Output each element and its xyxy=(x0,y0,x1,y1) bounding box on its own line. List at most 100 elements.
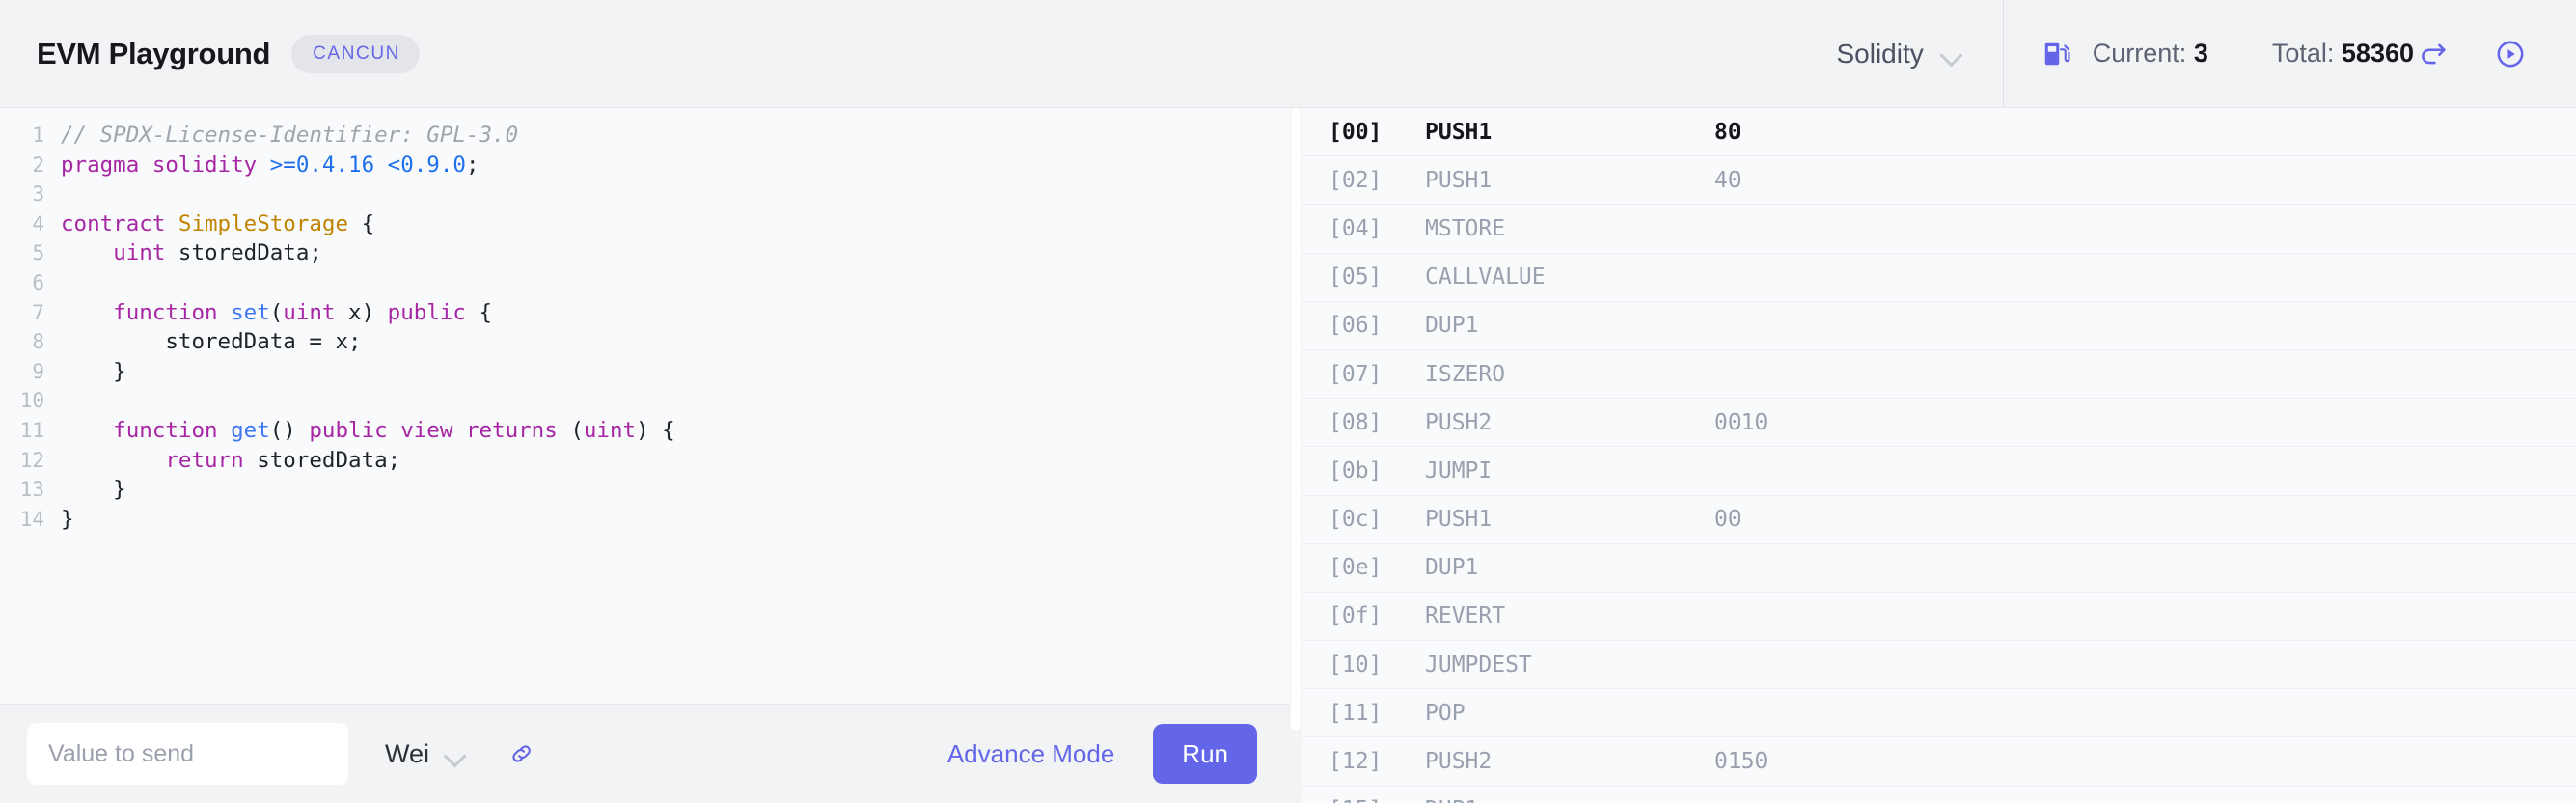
code-token: public xyxy=(309,417,388,443)
line-number: 12 xyxy=(19,448,44,472)
code-token: <0.9.0 xyxy=(387,152,466,178)
line-number: 13 xyxy=(19,478,44,502)
code-line-content: contract SimpleStorage { xyxy=(60,209,676,239)
code-editor-pane: 1 // SPDX-License-Identifier: GPL-3.0 2 pra… xyxy=(0,107,1290,803)
opcode-row[interactable]: [15]DUP1 xyxy=(1302,787,2576,803)
code-line-content: function set(uint x) public { xyxy=(60,298,676,328)
evm-playground-app: EVM Playground CANCUN Solidity Current: … xyxy=(0,0,2576,803)
code-line-content: storedData = x; xyxy=(60,327,676,357)
code-token: return xyxy=(165,447,244,473)
code-token: x) xyxy=(335,299,388,325)
opcode-pc: [0e] xyxy=(1329,555,1383,581)
line-number: 1 xyxy=(32,124,44,147)
opcode-scrollbar[interactable] xyxy=(1290,108,1302,803)
opcode-row[interactable]: [05] CALLVALUE xyxy=(1302,254,2576,302)
gas-current-label: Current: xyxy=(2092,39,2187,68)
code-line-content: } xyxy=(60,505,676,535)
line-number: 14 xyxy=(19,507,44,531)
gas-total-label: Total: xyxy=(2271,39,2335,68)
line-number: 5 xyxy=(32,241,44,265)
language-selector[interactable]: Solidity xyxy=(1836,39,1961,69)
opcode-scrollbar-thumb[interactable] xyxy=(1291,108,1301,731)
opcode-mnemonic: REVERT xyxy=(1425,603,1506,629)
run-button[interactable]: Run xyxy=(1153,724,1257,784)
code-token: uint xyxy=(583,417,637,443)
opcode-row[interactable]: [12] PUSH2 0150 xyxy=(1302,737,2576,787)
link-chain-icon[interactable] xyxy=(505,736,539,771)
opcode-operand: 80 xyxy=(1714,119,1741,145)
opcode-pc: [07] xyxy=(1329,361,1383,387)
opcode-row[interactable]: [10] JUMPDEST xyxy=(1302,641,2576,690)
editor-action-bar: Wei Advance Mode Run xyxy=(0,704,1290,803)
code-line: 3 xyxy=(0,180,676,209)
opcode-row[interactable]: [0f] REVERT xyxy=(1302,593,2576,642)
opcode-operand: 0010 xyxy=(1714,409,1768,435)
opcode-row[interactable]: [00] PUSH1 80 xyxy=(1302,108,2576,157)
opcode-row[interactable]: [02] PUSH1 40 xyxy=(1302,156,2576,206)
code-line: 7 function set(uint x) public { xyxy=(0,298,676,328)
play-circle-icon[interactable] xyxy=(2491,35,2530,73)
opcode-row[interactable]: [0b] JUMPI xyxy=(1302,447,2576,496)
redo-arrow-icon[interactable] xyxy=(2414,35,2453,73)
line-number: 6 xyxy=(32,270,44,294)
opcode-row[interactable]: [06] DUP1 xyxy=(1302,302,2576,350)
opcode-operand: 0150 xyxy=(1714,749,1768,775)
opcode-pc: [12] xyxy=(1329,749,1383,775)
gas-total-value: 58360 xyxy=(2341,39,2414,68)
code-line: 11 function get() public view returns (u… xyxy=(0,416,676,446)
opcode-row[interactable]: [08] PUSH2 0010 xyxy=(1302,399,2576,448)
code-line: 9 } xyxy=(0,357,676,387)
code-token: contract xyxy=(61,210,166,236)
code-token: public xyxy=(387,299,466,325)
opcode-operand: 00 xyxy=(1714,507,1741,533)
opcode-list-pane: [00] PUSH1 80 [02] PUSH1 40 [04] MSTORE [05] CALL… xyxy=(1290,107,2576,803)
opcode-list[interactable]: [00] PUSH1 80 [02] PUSH1 40 [04] MSTORE [05] CALL… xyxy=(1302,108,2576,803)
opcode-pc: [15] xyxy=(1329,797,1425,803)
opcode-row[interactable]: [0e] DUP1 xyxy=(1302,544,2576,593)
code-token: ) { xyxy=(636,417,675,443)
opcode-row[interactable]: [11] POP xyxy=(1302,689,2576,738)
opcode-row[interactable]: [0c] PUSH1 00 xyxy=(1302,496,2576,544)
code-line-content: function get() public view returns (uint… xyxy=(60,416,676,446)
code-token: { xyxy=(348,210,375,236)
main-content: 1 // SPDX-License-Identifier: GPL-3.0 2 pra… xyxy=(0,107,2576,803)
opcode-pc: [04] xyxy=(1329,215,1383,241)
code-token: ; xyxy=(465,152,480,178)
code-editor[interactable]: 1 // SPDX-License-Identifier: GPL-3.0 2 pra… xyxy=(0,108,1290,704)
opcode-mnemonic: PUSH1 xyxy=(1425,119,1493,145)
line-number: 8 xyxy=(32,330,44,354)
opcode-pc: [0c] xyxy=(1329,507,1383,533)
code-token: >=0.4.16 xyxy=(269,152,375,178)
code-line: 1 // SPDX-License-Identifier: GPL-3.0 xyxy=(0,121,676,151)
code-token: () xyxy=(269,417,310,443)
opcode-row[interactable]: [04] MSTORE xyxy=(1302,205,2576,254)
opcode-mnemonic: MSTORE xyxy=(1425,215,1506,241)
opcode-mnemonic: PUSH1 xyxy=(1425,507,1493,533)
opcode-pc: [00] xyxy=(1329,119,1383,145)
chevron-down-icon xyxy=(1941,47,1962,60)
advance-mode-link[interactable]: Advance Mode xyxy=(947,739,1114,769)
line-number: 2 xyxy=(32,152,44,177)
unit-selector[interactable]: Wei xyxy=(385,739,466,769)
code-line: 14} xyxy=(0,505,676,535)
code-token: storedData; xyxy=(165,240,322,266)
code-line: 8 storedData = x; xyxy=(0,327,676,357)
opcode-operand: 40 xyxy=(1714,167,1741,193)
gas-current-value: 3 xyxy=(2193,39,2208,68)
line-number: 7 xyxy=(32,300,44,324)
opcode-pc: [0f] xyxy=(1329,603,1383,629)
opcode-mnemonic: DUP1 xyxy=(1425,797,1714,803)
code-line: 13 } xyxy=(0,475,676,505)
code-token: } xyxy=(61,358,126,384)
unit-selector-label: Wei xyxy=(385,738,430,768)
opcode-pc: [11] xyxy=(1329,700,1383,726)
value-to-send-input[interactable] xyxy=(27,723,348,785)
opcode-row[interactable]: [07] ISZERO xyxy=(1302,350,2576,400)
